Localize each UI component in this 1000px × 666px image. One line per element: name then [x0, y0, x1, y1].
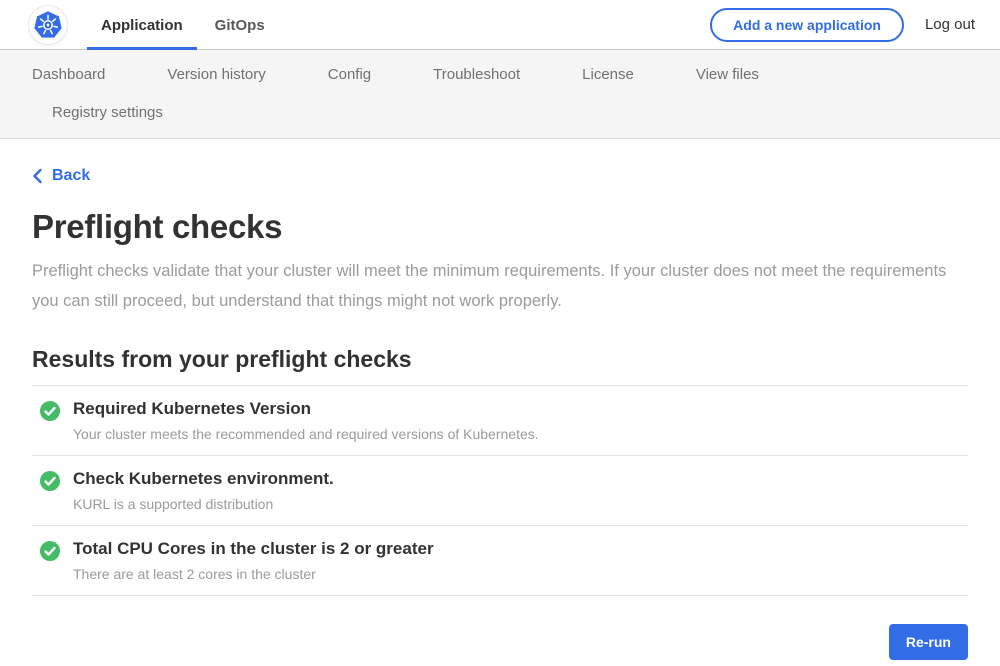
preflight-check-row: Required Kubernetes Version Your cluster…: [32, 385, 968, 455]
top-navbar: Application GitOps Add a new application…: [0, 0, 1000, 50]
rerun-button[interactable]: Re-run: [889, 624, 968, 660]
logout-link[interactable]: Log out: [925, 16, 975, 33]
navbar-tabs: Application GitOps: [87, 0, 283, 50]
page-footer: Re-run: [32, 596, 968, 660]
subnav-row-2: Registry settings: [0, 93, 1000, 131]
subnav-item-registry-settings[interactable]: Registry settings: [52, 104, 163, 121]
tab-application-label: Application: [101, 17, 183, 34]
tab-application[interactable]: Application: [87, 0, 197, 50]
check-title: Check Kubernetes environment.: [73, 469, 334, 489]
back-link-label: Back: [52, 167, 90, 185]
success-check-icon: [40, 541, 60, 561]
back-link[interactable]: Back: [32, 167, 90, 185]
page-description: Preflight checks validate that your clus…: [32, 256, 968, 316]
success-check-icon: [40, 401, 60, 421]
check-text: Check Kubernetes environment. KURL is a …: [73, 469, 334, 512]
check-text: Required Kubernetes Version Your cluster…: [73, 399, 539, 442]
preflight-results-list: Required Kubernetes Version Your cluster…: [32, 385, 968, 596]
kubernetes-logo-icon[interactable]: [29, 6, 67, 44]
check-message: KURL is a supported distribution: [73, 496, 334, 512]
preflight-check-row: Total CPU Cores in the cluster is 2 or g…: [32, 525, 968, 595]
subnav-item-dashboard[interactable]: Dashboard: [32, 66, 105, 83]
check-message: There are at least 2 cores in the cluste…: [73, 566, 434, 582]
results-heading: Results from your preflight checks: [32, 346, 968, 373]
subnav-item-view-files[interactable]: View files: [696, 66, 759, 83]
check-title: Required Kubernetes Version: [73, 399, 539, 419]
preflight-check-row: Check Kubernetes environment. KURL is a …: [32, 455, 968, 525]
subnav-item-version-history[interactable]: Version history: [167, 66, 265, 83]
subnav-item-troubleshoot[interactable]: Troubleshoot: [433, 66, 520, 83]
success-check-icon: [40, 471, 60, 491]
subnav-item-license[interactable]: License: [582, 66, 634, 83]
subnav-row-1: Dashboard Version history Config Trouble…: [0, 55, 1000, 93]
add-application-button[interactable]: Add a new application: [710, 8, 904, 42]
subnav-item-config[interactable]: Config: [328, 66, 371, 83]
app-subnav: Dashboard Version history Config Trouble…: [0, 50, 1000, 139]
check-text: Total CPU Cores in the cluster is 2 or g…: [73, 539, 434, 582]
check-title: Total CPU Cores in the cluster is 2 or g…: [73, 539, 434, 559]
page-title: Preflight checks: [32, 208, 968, 246]
tab-gitops-label: GitOps: [215, 17, 265, 34]
chevron-left-icon: [32, 168, 43, 184]
check-message: Your cluster meets the recommended and r…: [73, 426, 539, 442]
preflight-checks-page: Back Preflight checks Preflight checks v…: [0, 139, 1000, 660]
navbar-right: Add a new application Log out: [710, 8, 975, 42]
tab-gitops[interactable]: GitOps: [201, 0, 279, 50]
